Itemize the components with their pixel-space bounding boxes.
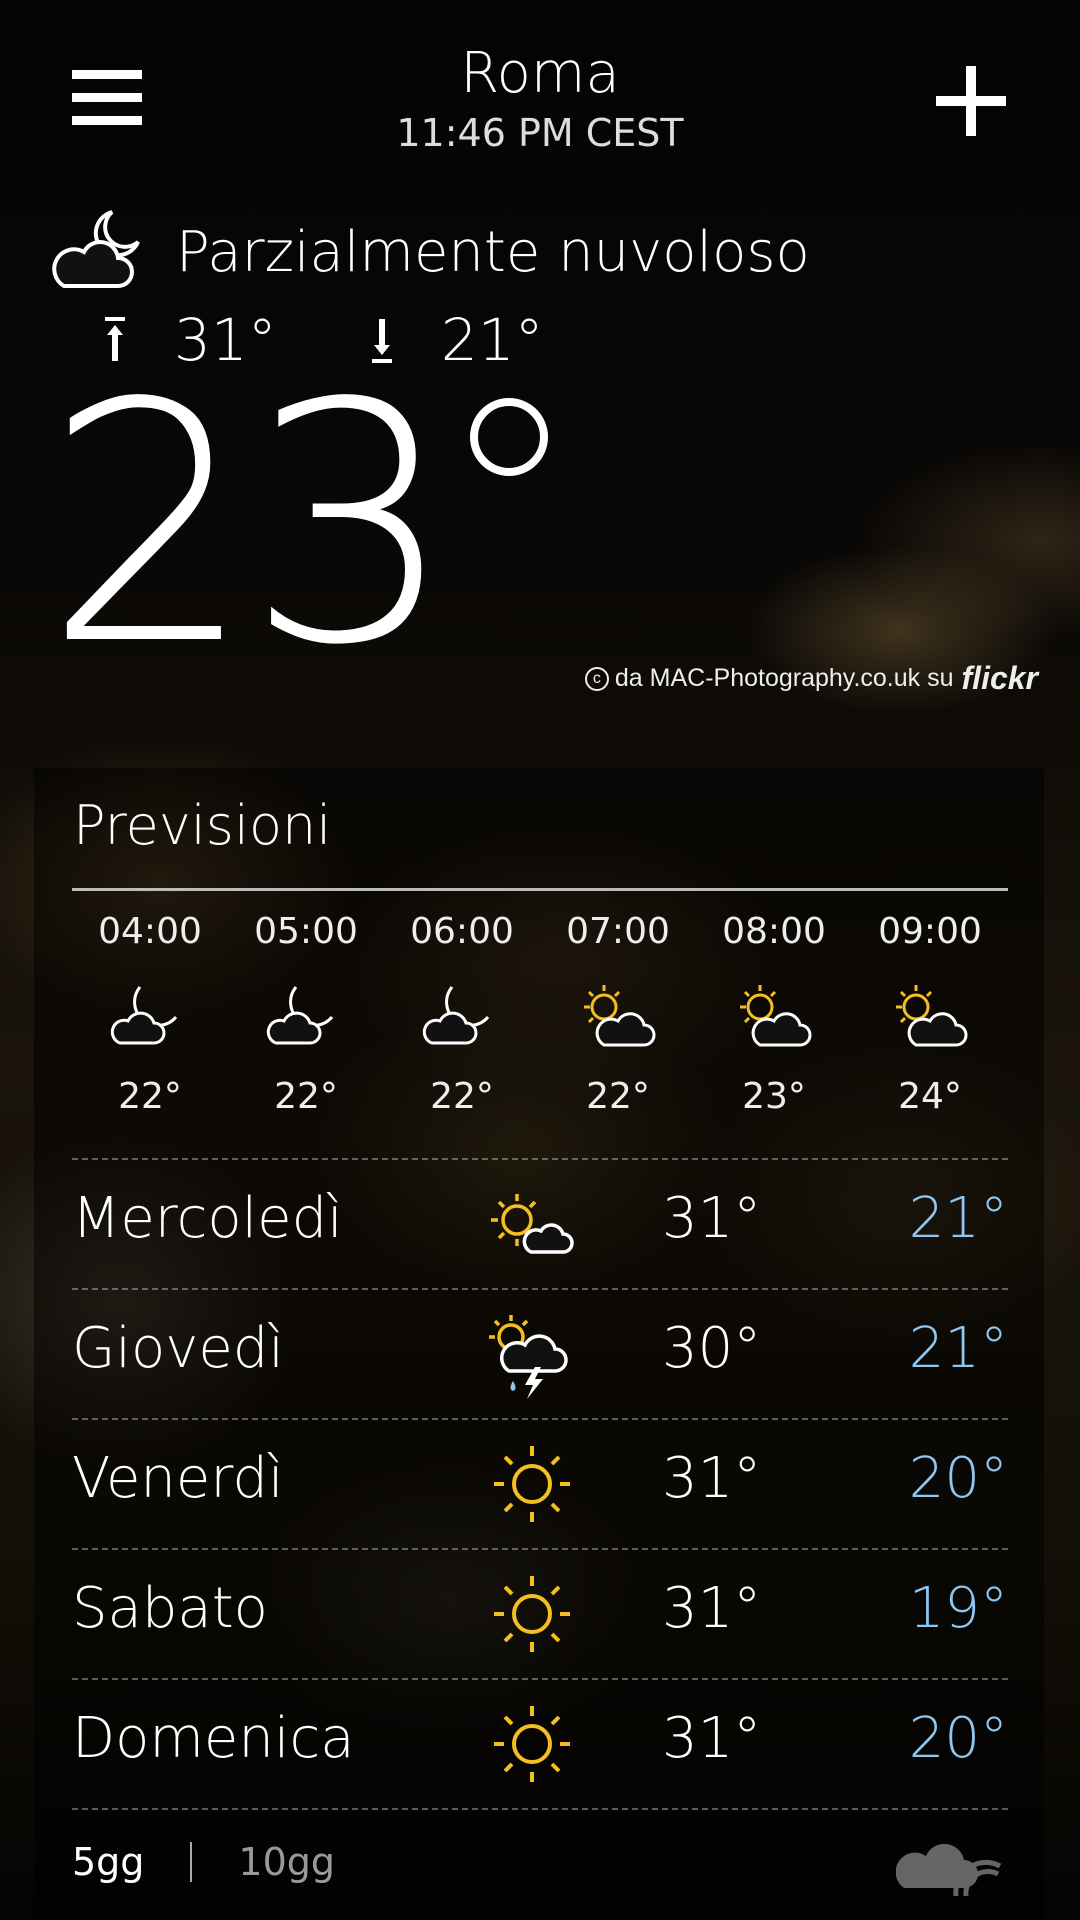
- hour-item[interactable]: 08:00 23°: [696, 910, 852, 1117]
- day-row[interactable]: Mercoledì 31° 21°: [72, 1158, 1008, 1288]
- day-high: 31°: [662, 1446, 762, 1511]
- hour-item[interactable]: 07:00 22°: [540, 910, 696, 1117]
- day-row[interactable]: Domenica 31° 20°: [72, 1678, 1008, 1810]
- day-name: Sabato: [72, 1576, 268, 1641]
- partly-cloudy-night-icon: [46, 208, 146, 296]
- copyright-icon: c: [584, 666, 609, 691]
- hour-temp: 24°: [898, 1076, 962, 1117]
- day-low: 19°: [908, 1576, 1008, 1641]
- sun-icon: [482, 1438, 582, 1530]
- hour-temp: 22°: [586, 1076, 650, 1117]
- range-10-days-button[interactable]: 10gg: [238, 1840, 335, 1884]
- hour-temp: 22°: [430, 1076, 494, 1117]
- moon-cloud-icon: [384, 976, 540, 1056]
- local-time: 11:46 PM CEST: [396, 111, 684, 155]
- day-high: 30°: [662, 1316, 762, 1381]
- hour-item[interactable]: 05:00 22°: [228, 910, 384, 1117]
- photo-credit[interactable]: c da MAC-Photography.co.uk su flickr: [584, 660, 1038, 697]
- day-name: Mercoledì: [72, 1186, 343, 1251]
- day-low: 21°: [908, 1316, 1008, 1381]
- range-5-days-button[interactable]: 5gg: [72, 1840, 144, 1884]
- sun-cloud-icon: [482, 1178, 582, 1270]
- hour-item[interactable]: 06:00 22°: [384, 910, 540, 1117]
- hour-temp: 22°: [118, 1076, 182, 1117]
- hour-time: 05:00: [254, 911, 358, 952]
- sun-cloud-icon: [696, 976, 852, 1056]
- sun-cloud-icon: [852, 976, 1008, 1056]
- divider: [72, 888, 1008, 891]
- moon-cloud-icon: [72, 976, 228, 1056]
- condition-text: Parzialmente nuvoloso: [176, 219, 810, 285]
- hourly-forecast: 04:00 22° 05:00 22° 06:00 22° 07:00 22° …: [72, 910, 1008, 1117]
- add-location-icon[interactable]: [936, 66, 1006, 136]
- flickr-logo: flickr: [961, 660, 1038, 696]
- header: Roma 11:46 PM CEST: [0, 40, 1080, 156]
- hour-time: 06:00: [410, 911, 514, 952]
- degree-symbol: [470, 398, 548, 476]
- hour-temp: 22°: [274, 1076, 338, 1117]
- hour-temp: 23°: [742, 1076, 806, 1117]
- day-low: 21°: [908, 1186, 1008, 1251]
- city-name: Roma: [460, 41, 620, 106]
- daily-forecast: Mercoledì 31° 21° Giovedì 30° 21° Venerd…: [72, 1158, 1008, 1810]
- range-separator: [190, 1842, 193, 1882]
- current-condition: Parzialmente nuvoloso: [46, 208, 810, 296]
- credit-text: da MAC-Photography.co.uk su: [614, 664, 954, 692]
- day-name: Domenica: [72, 1706, 355, 1771]
- day-low: 20°: [908, 1706, 1008, 1771]
- forecast-title: Previsioni: [73, 794, 332, 857]
- moon-cloud-icon: [228, 976, 384, 1056]
- day-high: 31°: [662, 1706, 762, 1771]
- hour-item[interactable]: 09:00 24°: [852, 910, 1008, 1117]
- hour-item[interactable]: 04:00 22°: [72, 910, 228, 1117]
- day-row[interactable]: Venerdì 31° 20°: [72, 1418, 1008, 1548]
- day-row[interactable]: Giovedì 30° 21°: [72, 1288, 1008, 1418]
- current-temperature: 23: [44, 333, 456, 717]
- sun-cloud-icon: [540, 976, 696, 1056]
- day-high: 31°: [662, 1576, 762, 1641]
- day-name: Venerdì: [72, 1446, 284, 1511]
- hour-time: 09:00: [878, 911, 982, 952]
- hour-time: 04:00: [98, 911, 202, 952]
- low-temp: 21°: [440, 306, 544, 374]
- thunderstorm-icon: [482, 1308, 582, 1400]
- day-row[interactable]: Sabato 31° 19°: [72, 1548, 1008, 1678]
- forecast-range-toggle: 5gg 10gg: [72, 1840, 335, 1884]
- hour-time: 07:00: [566, 911, 670, 952]
- sun-icon: [482, 1698, 582, 1790]
- hour-time: 08:00: [722, 911, 826, 952]
- wunderground-logo-icon[interactable]: [895, 1838, 1006, 1904]
- sun-icon: [482, 1568, 582, 1660]
- day-name: Giovedì: [72, 1316, 284, 1381]
- day-high: 31°: [662, 1186, 762, 1251]
- day-low: 20°: [908, 1446, 1008, 1511]
